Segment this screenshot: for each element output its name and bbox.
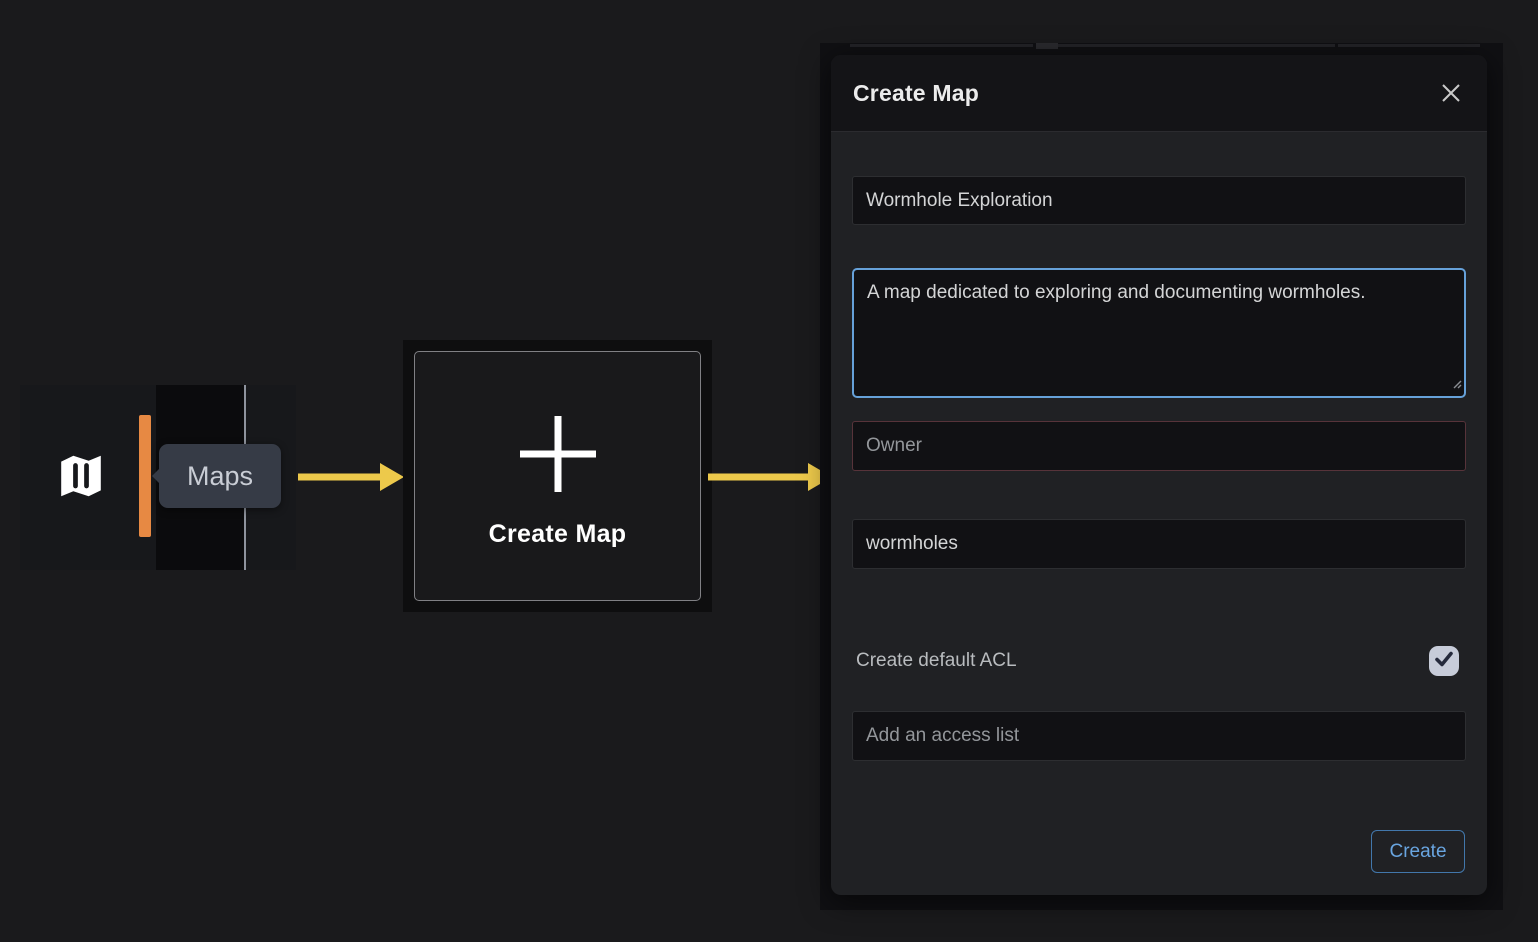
plus-icon [518,414,598,499]
create-map-card[interactable]: Create Map [414,351,701,601]
modal-title: Create Map [853,80,979,107]
arrow-right-icon [296,484,404,501]
map-icon [54,449,108,508]
workflow-arrow-1 [296,457,404,502]
sidebar-fragment: Maps [20,385,296,570]
map-description-wrap: A map dedicated to exploring and documen… [852,268,1466,398]
maps-tooltip: Maps [159,444,281,508]
acl-row: Create default ACL [831,646,1487,677]
create-button[interactable]: Create [1371,830,1465,873]
page: { "colors": { "page_background": "#1a1a1… [0,0,1538,942]
access-list-input[interactable] [852,711,1466,761]
workflow-arrow-2 [706,457,832,502]
create-button-label: Create [1389,841,1446,863]
acl-label: Create default ACL [856,650,1017,672]
backdrop-tab-line [1338,44,1480,47]
tooltip-notch [152,468,160,484]
maps-tooltip-label: Maps [187,461,253,492]
modal-header: Create Map [831,55,1487,132]
map-slug-input[interactable] [852,519,1466,569]
create-default-acl-checkbox[interactable] [1429,646,1459,676]
create-map-card-label: Create Map [415,520,700,549]
backdrop-tab-line [850,44,1033,47]
owner-input[interactable] [852,421,1466,471]
create-map-modal: Create Map A map dedicated to exploring … [831,55,1487,895]
check-icon [1433,648,1455,675]
map-name-input[interactable] [852,176,1466,225]
close-icon[interactable] [1437,79,1465,107]
backdrop-tab [1036,43,1058,49]
map-description-textarea[interactable]: A map dedicated to exploring and documen… [852,268,1466,398]
arrow-right-icon [706,484,832,501]
resize-handle-icon[interactable] [1451,376,1462,394]
sidebar-item-maps[interactable] [53,450,109,506]
create-map-card-frame: Create Map [403,340,712,612]
active-nav-indicator [139,415,151,537]
backdrop-tab-line [1058,44,1335,47]
